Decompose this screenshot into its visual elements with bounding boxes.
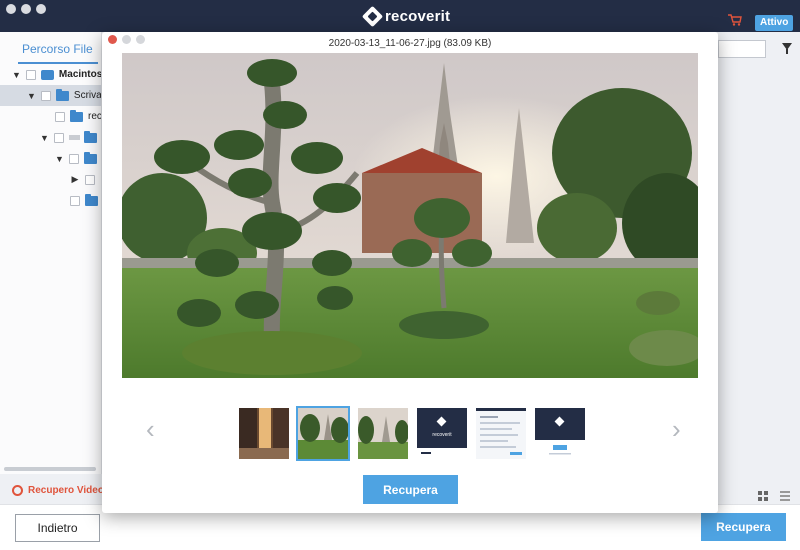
recover-video-link[interactable]: Recupero Video A — [12, 485, 114, 496]
thumbnail-brand-text: recoverit — [432, 432, 452, 438]
chevron-down-icon[interactable]: ▼ — [27, 91, 36, 101]
tree-row-folder[interactable] — [0, 190, 101, 211]
video-recovery-icon — [12, 485, 23, 496]
tree-row-rec[interactable]: rec — [0, 106, 102, 127]
folder-icon — [84, 151, 97, 164]
status-badge[interactable]: Attivo — [755, 15, 794, 31]
tree-checkbox[interactable] — [85, 174, 95, 185]
preview-recover-button[interactable]: Recupera — [363, 475, 458, 504]
folder-icon — [85, 193, 98, 206]
recover-video-label: Recupero Video A — [28, 485, 114, 496]
previous-image-arrow[interactable]: ‹ — [146, 416, 155, 442]
brand-logo: recoverit — [361, 5, 451, 28]
thumbnail-2[interactable] — [296, 406, 350, 461]
tree-checkbox[interactable] — [40, 90, 51, 101]
thumbnail-4[interactable]: recoverit — [417, 408, 467, 459]
preview-image — [122, 53, 698, 378]
next-image-arrow[interactable]: › — [672, 416, 681, 442]
tree-checkbox[interactable] — [69, 153, 79, 164]
folder-icon — [55, 88, 69, 101]
file-path-sidebar: Percorso File ▼ Macintosh ▼ Scrivania re… — [0, 32, 102, 474]
tree-row-collapsed[interactable]: ▶ — [0, 169, 101, 190]
preview-file-title: 2020-03-13_11-06-27.jpg (83.09 KB) — [328, 38, 492, 49]
drive-icon — [40, 69, 54, 80]
recover-button[interactable]: Recupera — [701, 513, 786, 541]
tree-checkbox[interactable] — [53, 132, 64, 143]
cart-icon[interactable] — [728, 14, 742, 26]
window-zoom-icon[interactable] — [36, 4, 46, 14]
thumbnail-1[interactable] — [239, 408, 289, 459]
list-view-icon[interactable] — [780, 491, 790, 501]
chevron-down-icon[interactable]: ▼ — [40, 133, 49, 143]
tab-file-path[interactable]: Percorso File — [22, 42, 93, 56]
thumbnail-6[interactable] — [535, 408, 585, 459]
preview-dialog: 2020-03-13_11-06-27.jpg (83.09 KB) ‹ › r… — [102, 32, 718, 513]
tree-checkbox[interactable] — [25, 69, 36, 80]
filter-icon-stem — [786, 49, 788, 54]
thumbnail-3[interactable] — [358, 408, 408, 459]
chevron-down-icon[interactable]: ▼ — [55, 154, 64, 164]
recoverit-logo-icon — [361, 5, 384, 28]
tree-row-folder[interactable]: ▼ — [0, 148, 101, 169]
chevron-down-icon[interactable]: ▼ — [12, 70, 21, 80]
brand-name: recoverit — [385, 8, 451, 25]
tree-label: Scrivania — [73, 90, 102, 101]
tree-row-macintosh[interactable]: ▼ Macintosh — [0, 64, 102, 85]
thumbnail-5[interactable] — [476, 408, 526, 459]
back-button[interactable]: Indietro — [15, 514, 100, 542]
chevron-right-icon[interactable]: ▶ — [70, 174, 80, 185]
redacted-label — [68, 135, 80, 140]
window-minimize-icon[interactable] — [21, 4, 31, 14]
tree-row-scrivania[interactable]: ▼ Scrivania — [0, 85, 102, 106]
folder-icon — [84, 130, 97, 143]
folder-icon — [70, 109, 83, 122]
horizontal-scrollbar[interactable] — [4, 467, 96, 471]
window-close-icon[interactable] — [6, 4, 16, 14]
tree-row-folder[interactable]: ▼ — [0, 127, 101, 148]
tree-label: Macintosh — [58, 69, 102, 80]
tree-label: rec — [88, 111, 102, 122]
tree-checkbox[interactable] — [55, 111, 65, 122]
search-input[interactable] — [718, 40, 766, 58]
grid-view-icon[interactable] — [758, 491, 768, 501]
tree-checkbox[interactable] — [70, 195, 80, 206]
title-bar: recoverit Attivo — [0, 0, 800, 32]
